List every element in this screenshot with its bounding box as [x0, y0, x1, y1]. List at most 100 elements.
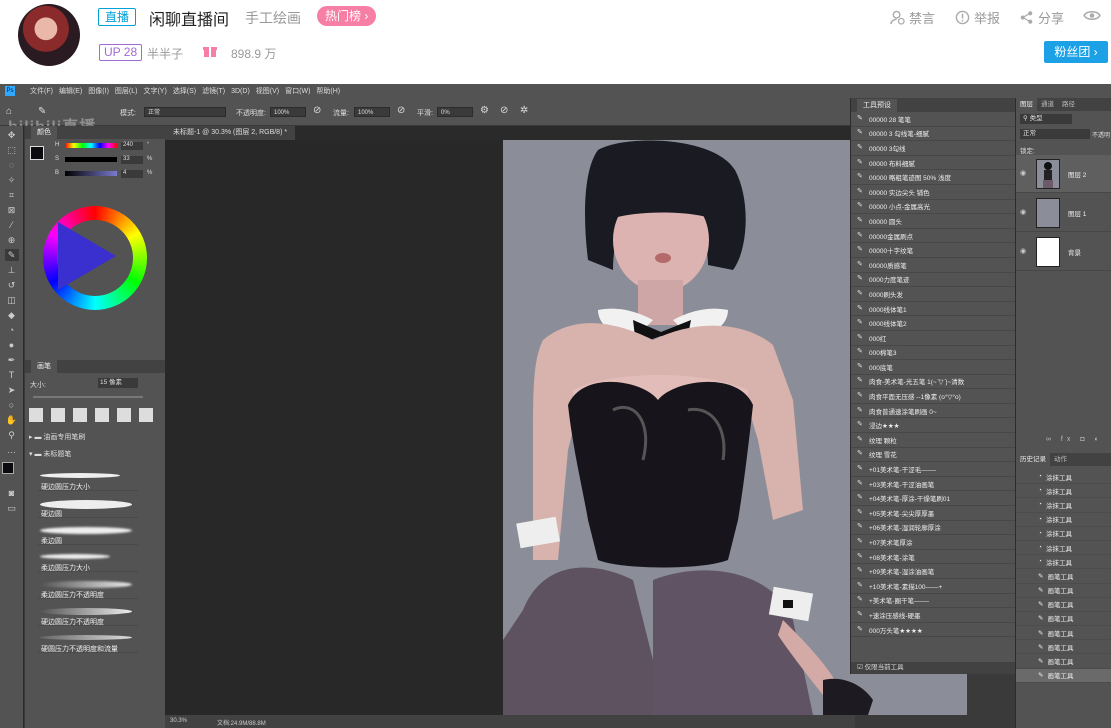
- tool-preset-item[interactable]: ✎ +速涂压感线-硬墨: [851, 608, 1015, 623]
- history-item[interactable]: ✎ 画笔工具: [1016, 654, 1111, 669]
- menu-view[interactable]: 视图(V): [256, 86, 279, 96]
- tool-preset-item[interactable]: ✎ +05美术笔-尖尖厚厚墨: [851, 506, 1015, 521]
- tool-preset-item[interactable]: ✎ 00000 实边尖头 铺色: [851, 185, 1015, 200]
- tool-preset-item[interactable]: ✎ 肉食-美术笔-光五笔 1(~ ̄▽ ̄)~清数: [851, 375, 1015, 390]
- stamp-tool-icon[interactable]: ⊥: [5, 264, 19, 276]
- more-tools-icon[interactable]: …: [5, 444, 19, 456]
- tool-preset-item[interactable]: ✎ +04美术笔-厚涂-干燥笔刷01: [851, 491, 1015, 507]
- pen-tool-icon[interactable]: ✒: [5, 354, 19, 366]
- brush-size-input[interactable]: 15 像素: [98, 378, 138, 388]
- tool-preset-item[interactable]: ✎ 纹理 颗粒: [851, 433, 1015, 448]
- tool-preset-item[interactable]: ✎ 000万头笔★★★★: [851, 623, 1015, 638]
- history-item[interactable]: ◔ 涂抹工具: [1016, 498, 1111, 513]
- blur-tool-icon[interactable]: ◔: [5, 324, 19, 336]
- tool-preset-item[interactable]: ✎ +09美术笔-湿涂油画笔: [851, 564, 1015, 579]
- hue-slider[interactable]: [65, 143, 117, 148]
- h-input[interactable]: 240: [121, 142, 143, 150]
- home-icon[interactable]: ⌂: [6, 106, 12, 117]
- move-tool-icon[interactable]: ✥: [5, 129, 19, 141]
- tool-preset-item[interactable]: ✎ 00000金属刷点: [851, 229, 1015, 244]
- history-item[interactable]: ✎ 画笔工具: [1016, 612, 1111, 627]
- tool-preset-item[interactable]: ✎ 0000线体笔2: [851, 316, 1015, 331]
- history-item[interactable]: ✎ 画笔工具: [1016, 584, 1111, 598]
- tool-preset-item[interactable]: ✎ 00000质感笔: [851, 258, 1015, 273]
- frame-tool-icon[interactable]: ⊠: [5, 204, 19, 216]
- brush-item[interactable]: 硬边圆压力大小: [38, 472, 138, 491]
- fans-club-button[interactable]: 粉丝团 ›: [1044, 41, 1108, 63]
- tool-preset-item[interactable]: ✎ 0000刷头发: [851, 287, 1015, 302]
- report-button[interactable]: 举报: [955, 8, 1000, 27]
- history-item[interactable]: ✎ 画笔工具: [1016, 569, 1111, 584]
- menu-type[interactable]: 文字(Y): [143, 86, 166, 96]
- brush-item[interactable]: 柔边圆压力不透明度: [38, 580, 138, 599]
- tool-preset-item[interactable]: ✎ 00000 布料细腻: [851, 156, 1015, 171]
- layer-row[interactable]: ◉ 图层 1: [1016, 194, 1111, 232]
- tab-layers[interactable]: 图层: [1016, 98, 1037, 111]
- mode-select[interactable]: 正常: [144, 107, 226, 117]
- tool-presets-title[interactable]: 工具预设: [857, 98, 897, 112]
- tool-preset-item[interactable]: ✎ 00000 28 笔笔: [851, 112, 1015, 127]
- opacity-input[interactable]: 100%: [270, 107, 306, 117]
- s-input[interactable]: 33: [121, 156, 143, 164]
- menu-filter[interactable]: 滤镜(T): [202, 86, 225, 96]
- history-brush-icon[interactable]: ↺: [5, 279, 19, 291]
- tool-preset-item[interactable]: ✎ 000棉笔3: [851, 346, 1015, 361]
- layer-footer-icons[interactable]: ∞ fx ◘ ◐: [1046, 436, 1103, 443]
- menu-image[interactable]: 图像(I): [88, 86, 109, 96]
- menu-edit[interactable]: 编辑(E): [59, 86, 82, 96]
- shape-tool-icon[interactable]: ○: [5, 399, 19, 411]
- tool-preset-item[interactable]: ✎ 00000 3 勾线笔-细腻: [851, 127, 1015, 142]
- tool-preset-item[interactable]: ✎ 肉食平面无压感 --1像素 (o°▽°o): [851, 389, 1015, 404]
- layer-row[interactable]: ◉ 图层 2: [1016, 155, 1111, 193]
- menu-file[interactable]: 文件(F): [30, 86, 53, 96]
- history-item[interactable]: ✎ 画笔工具: [1016, 640, 1111, 655]
- history-item[interactable]: ✎ 画笔工具: [1016, 668, 1111, 683]
- screen-mode-icon[interactable]: ▭: [5, 502, 19, 514]
- dodge-tool-icon[interactable]: ●: [5, 339, 19, 351]
- visibility-eye-icon[interactable]: ◉: [1020, 169, 1026, 177]
- hot-rank-button[interactable]: 热门榜 ›: [317, 6, 377, 26]
- tool-preset-item[interactable]: ✎ 00000 3勾线: [851, 141, 1015, 156]
- lasso-tool-icon[interactable]: ◌: [5, 159, 19, 171]
- tool-preset-item[interactable]: ✎ 0000线体笔1: [851, 302, 1015, 317]
- tab-actions[interactable]: 动作: [1050, 453, 1071, 466]
- tool-preset-item[interactable]: ✎ 000红: [851, 331, 1015, 346]
- share-button[interactable]: 分享: [1019, 8, 1064, 27]
- tool-preset-item[interactable]: ✎ +07美术笔厚涂: [851, 535, 1015, 550]
- hand-tool-icon[interactable]: ✋: [5, 414, 19, 426]
- brush-item[interactable]: 硬边圆: [38, 499, 138, 518]
- tool-preset-item[interactable]: ✎ 肉食普通速涂笔刷画 0~: [851, 404, 1015, 419]
- brush-panel-title[interactable]: 画笔: [31, 360, 57, 373]
- brush-group-oil[interactable]: ▸ ▬ 油画专用笔刷: [29, 432, 85, 442]
- mute-button[interactable]: 禁言: [890, 8, 935, 27]
- layer-row[interactable]: ◉ 背景: [1016, 233, 1111, 271]
- history-item[interactable]: ◔ 涂抹工具: [1016, 470, 1111, 485]
- healing-tool-icon[interactable]: ⊕: [5, 234, 19, 246]
- tool-preset-item[interactable]: ✎ 000底笔: [851, 360, 1015, 375]
- tool-preset-item[interactable]: ✎ 00000 小点-金属高光: [851, 200, 1015, 215]
- tool-preset-item[interactable]: ✎ +03美术笔-干涩油画笔: [851, 477, 1015, 492]
- current-tool-only-toggle[interactable]: ☑ 仅限当前工具: [851, 662, 1015, 674]
- brush-item[interactable]: 柔边圆压力大小: [38, 553, 138, 572]
- tool-preset-item[interactable]: ✎ 00000 圆头: [851, 214, 1015, 229]
- menu-3d[interactable]: 3D(D): [231, 88, 250, 95]
- avatar[interactable]: [18, 4, 80, 66]
- history-item[interactable]: ◔ 涂抹工具: [1016, 513, 1111, 527]
- up-name[interactable]: 半半子: [147, 45, 183, 62]
- zoom-tool-icon[interactable]: ⚲: [5, 429, 19, 441]
- tool-preset-item[interactable]: ✎ +01美术笔-干涩毛——-: [851, 462, 1015, 477]
- tab-history[interactable]: 历史记录: [1016, 453, 1050, 466]
- layer-kind-filter[interactable]: ⚲ 类型: [1020, 114, 1072, 124]
- brush-tool-icon[interactable]: ✎: [38, 106, 46, 117]
- gear-icon[interactable]: ⚙: [480, 105, 489, 116]
- brush-item[interactable]: 硬圆压力不透明度和流量: [38, 634, 138, 653]
- menu-layer[interactable]: 图层(L): [115, 86, 138, 96]
- history-item[interactable]: ◔ 涂抹工具: [1016, 555, 1111, 570]
- menu-select[interactable]: 选择(S): [173, 86, 196, 96]
- b-input[interactable]: 4: [121, 170, 143, 178]
- history-item[interactable]: ✎ 画笔工具: [1016, 626, 1111, 641]
- document-tab[interactable]: 未标题-1 @ 30.3% (图层 2, RGB/8) *: [165, 126, 296, 140]
- history-item[interactable]: ◔ 涂抹工具: [1016, 541, 1111, 556]
- saturation-slider[interactable]: [65, 157, 117, 162]
- eraser-tool-icon[interactable]: ◫: [5, 294, 19, 306]
